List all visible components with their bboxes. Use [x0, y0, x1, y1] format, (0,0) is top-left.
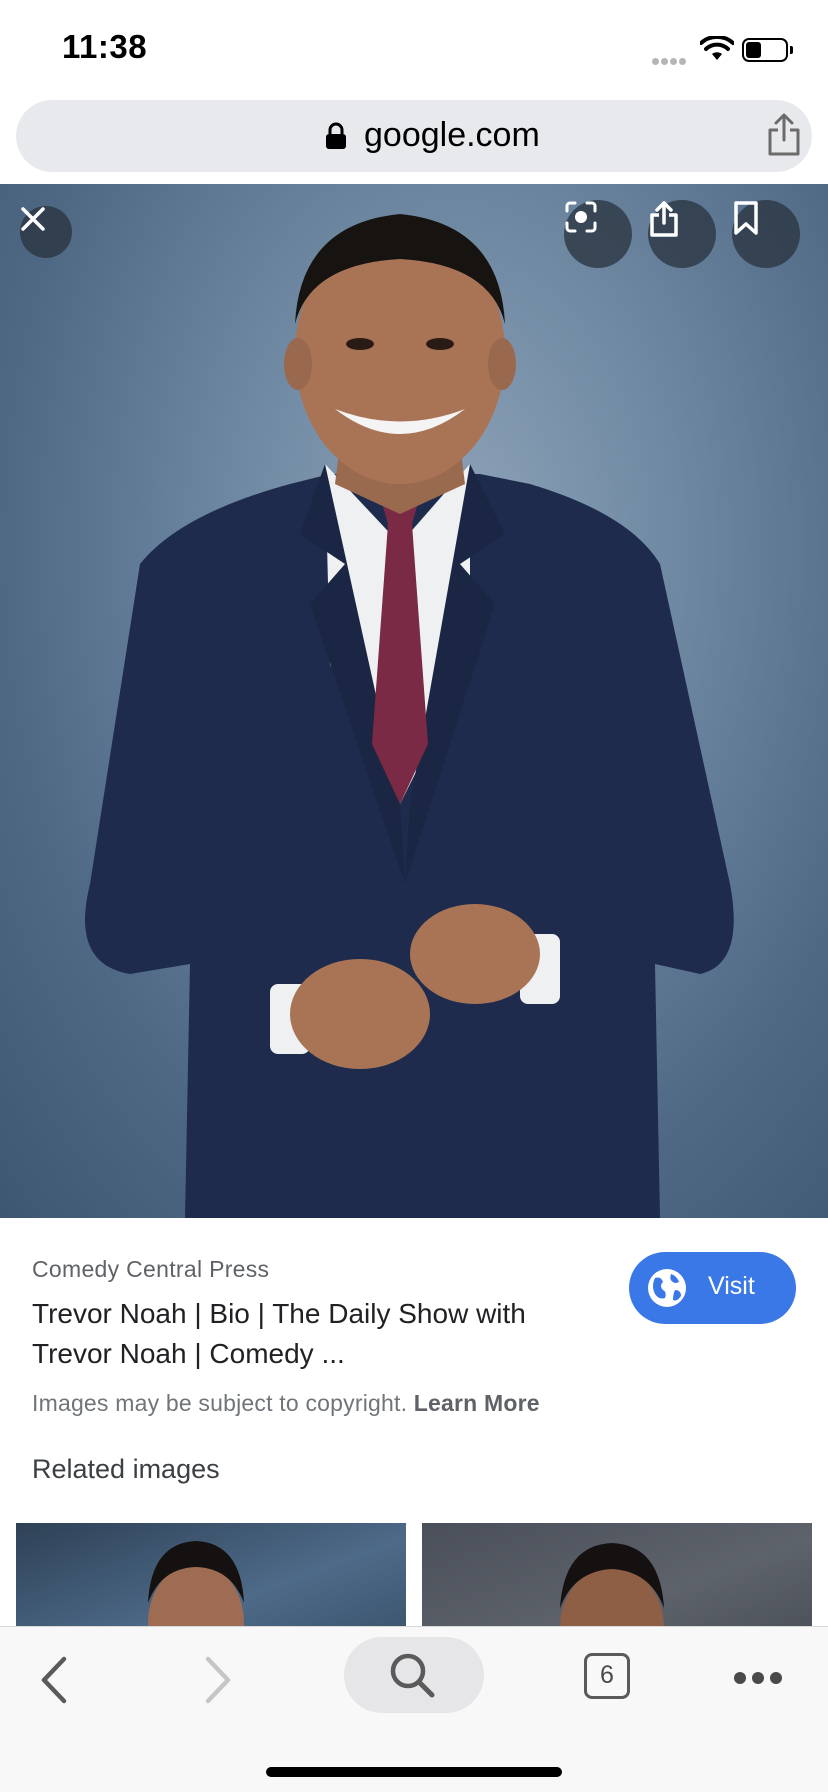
status-bar: 11:38: [0, 0, 828, 96]
related-images-heading: Related images: [32, 1454, 220, 1484]
home-indicator: [266, 1767, 562, 1777]
related-image-thumbnail[interactable]: [16, 1523, 406, 1643]
battery-icon: [742, 38, 793, 62]
visit-button[interactable]: Visit: [629, 1252, 796, 1324]
share-icon: [650, 201, 678, 237]
back-icon[interactable]: [36, 1653, 72, 1707]
cellular-signal-icon: [652, 52, 692, 65]
search-icon: [390, 1653, 435, 1698]
search-button[interactable]: [344, 1637, 484, 1713]
battery-level: [746, 42, 761, 58]
lock-icon: [326, 122, 346, 149]
browser-toolbar: 6: [0, 1626, 828, 1792]
share-icon[interactable]: [764, 112, 804, 158]
visit-label: Visit: [708, 1272, 755, 1300]
result-image[interactable]: [0, 184, 828, 1218]
wifi-icon: [700, 36, 734, 60]
result-title[interactable]: Trevor Noah | Bio | The Daily Show with …: [32, 1294, 552, 1374]
lens-button[interactable]: [564, 200, 632, 268]
learn-more-link[interactable]: Learn More: [414, 1390, 540, 1416]
tabs-button[interactable]: 6: [584, 1653, 630, 1699]
close-icon: [21, 207, 45, 231]
copyright-notice: Images may be subject to copyright. Lear…: [32, 1390, 540, 1417]
related-image-thumbnail[interactable]: [422, 1523, 812, 1643]
lens-icon: [565, 201, 597, 233]
url-text[interactable]: google.com: [364, 116, 540, 155]
image-share-button[interactable]: [648, 200, 716, 268]
globe-icon: [648, 1269, 686, 1307]
more-icon[interactable]: [734, 1671, 790, 1685]
copyright-text: Images may be subject to copyright.: [32, 1390, 408, 1416]
address-bar[interactable]: google.com: [16, 100, 812, 172]
person-photo: [85, 214, 734, 1218]
forward-icon[interactable]: [200, 1653, 236, 1707]
status-time: 11:38: [62, 28, 148, 65]
bookmark-button[interactable]: [732, 200, 800, 268]
close-button[interactable]: [20, 206, 72, 258]
bookmark-icon: [734, 201, 758, 235]
source-name[interactable]: Comedy Central Press: [32, 1256, 269, 1283]
